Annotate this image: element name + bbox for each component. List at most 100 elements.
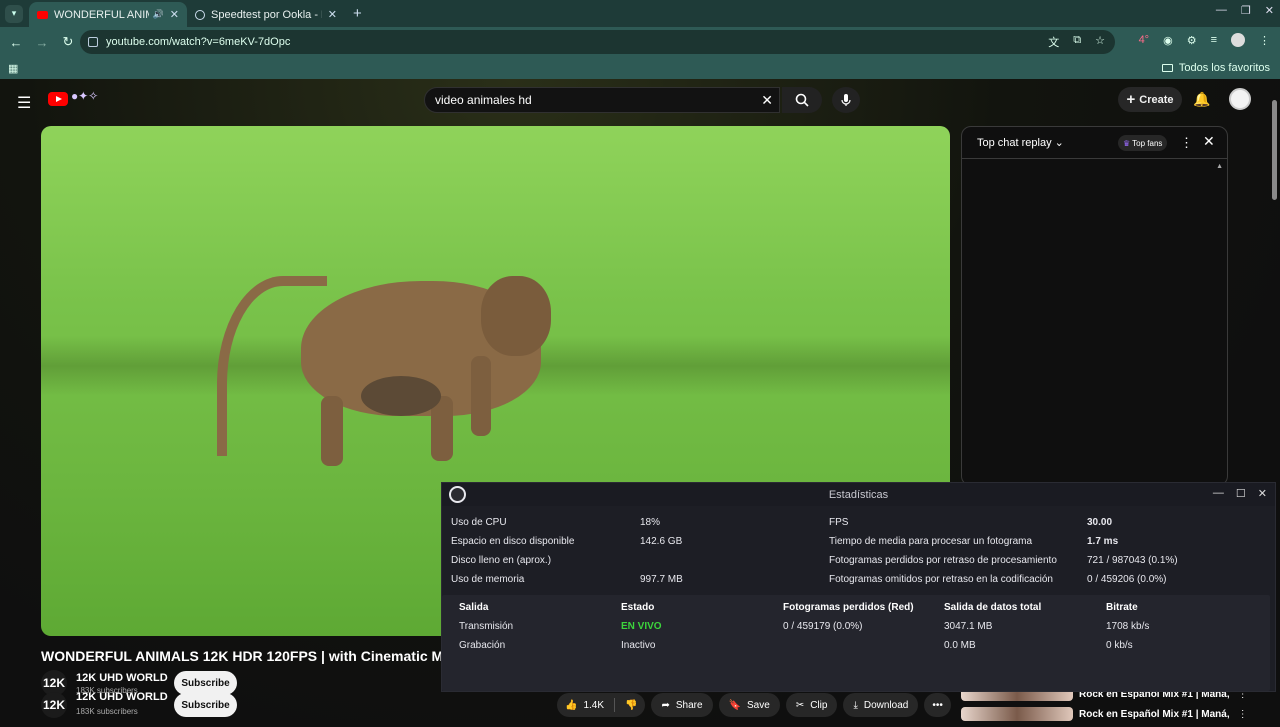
stat-label: Uso de memoria: [451, 573, 525, 585]
extension-badge-icon[interactable]: 4°: [1139, 34, 1150, 46]
bookmark-star-icon[interactable]: ☆: [1095, 34, 1105, 50]
recommended-video-item[interactable]: Rock en Español Mix #1 | Maná, ⋮: [961, 701, 1280, 727]
stat-label: Disco lleno en (aprox.): [451, 554, 552, 566]
save-label: Save: [747, 699, 770, 711]
browser-nav-bar: ← → ↻ youtube.com/watch?v=6meKV-7dOpc 文 …: [0, 27, 1280, 57]
table-cell: Grabación: [459, 640, 506, 651]
crown-icon: ♛: [1123, 138, 1131, 148]
hamburger-menu-icon[interactable]: ☰: [17, 93, 31, 113]
table-cell: 3047.1 MB: [944, 621, 993, 632]
restore-icon[interactable]: ❐: [1241, 4, 1251, 17]
channel-avatar[interactable]: 12K: [41, 692, 67, 718]
chat-replay-panel: Top chat replay ⌄ ♛ Top fans ⋮ ✕ ▲: [961, 126, 1228, 486]
speaker-icon[interactable]: 🔊: [153, 9, 164, 20]
profile-avatar[interactable]: [1231, 33, 1245, 47]
back-icon[interactable]: ←: [6, 35, 26, 50]
stat-value: 721 / 987043 (0.1%): [1087, 554, 1178, 566]
minimize-icon[interactable]: —: [1213, 487, 1224, 500]
video-title[interactable]: Rock en Español Mix #1 | Maná,: [1079, 709, 1230, 720]
stat-value: 142.6 GB: [640, 535, 683, 547]
obs-title-bar[interactable]: Estadísticas — ☐ ✕: [442, 483, 1275, 506]
close-window-icon[interactable]: ✕: [1265, 4, 1274, 17]
maximize-icon[interactable]: ☐: [1236, 487, 1246, 500]
like-icon[interactable]: 👍: [565, 700, 577, 711]
site-info-icon[interactable]: [88, 37, 98, 47]
video-thumbnail[interactable]: [961, 707, 1073, 721]
minimize-icon[interactable]: —: [1216, 4, 1227, 17]
youtube-logo[interactable]: [48, 92, 68, 106]
forward-icon[interactable]: →: [32, 35, 52, 50]
more-icon[interactable]: ⋮: [1238, 709, 1248, 720]
stat-value: 0 / 459206 (0.0%): [1087, 573, 1167, 585]
obs-stats-window: Estadísticas — ☐ ✕ Uso de CPU 18% Espaci…: [441, 482, 1276, 692]
tab-search-button[interactable]: ▾: [5, 4, 23, 23]
puzzle-icon[interactable]: ⚙: [1187, 34, 1197, 47]
stat-value: 997.7 MB: [640, 573, 683, 585]
channel-name[interactable]: 12K UHD WORLD: [76, 691, 168, 703]
speedtest-favicon-icon: [195, 9, 205, 20]
table-header: Estado: [621, 602, 655, 613]
divider: [614, 698, 616, 712]
tab-speedtest[interactable]: Speedtest por Ookla - La prueba de veloc…: [187, 2, 345, 27]
top-fans-badge[interactable]: ♛ Top fans: [1118, 135, 1168, 151]
tab-youtube[interactable]: WONDERFUL ANIMALS 12K HDR 120FPS | with …: [29, 2, 187, 27]
translate-icon[interactable]: 文: [1048, 34, 1059, 50]
table-header: Bitrate: [1106, 602, 1138, 613]
page-scrollbar[interactable]: [1270, 92, 1278, 202]
search-button[interactable]: [782, 87, 822, 113]
extension-icon[interactable]: ◉: [1163, 34, 1173, 47]
notifications-bell-icon[interactable]: 🔔: [1193, 91, 1210, 108]
video-title: WONDERFUL ANIMALS 12K HDR 120FPS | with …: [41, 648, 441, 664]
new-tab-icon[interactable]: +: [353, 5, 362, 22]
browser-tab-bar: ▾ WONDERFUL ANIMALS 12K HDR 120FPS | wit…: [0, 0, 1280, 27]
channel-name[interactable]: 12K UHD WORLD: [76, 672, 168, 684]
chat-more-icon[interactable]: ⋮: [1180, 135, 1193, 151]
url-text: youtube.com/watch?v=6meKV-7dOpc: [106, 36, 291, 48]
table-cell: 1708 kb/s: [1106, 621, 1150, 632]
clip-button[interactable]: ✂ Clip: [785, 693, 838, 717]
status-badge: Inactivo: [621, 640, 656, 651]
stat-value: 1.7 ms: [1087, 535, 1119, 547]
chat-scroll-up-icon[interactable]: ▲: [1216, 163, 1223, 170]
stat-label: Uso de CPU: [451, 516, 507, 528]
clear-search-icon[interactable]: ✕: [761, 92, 773, 109]
download-button[interactable]: ⤓ Download: [843, 693, 919, 717]
search-input[interactable]: video animales hd ✕: [424, 87, 780, 113]
subscribe-button[interactable]: Subscribe: [174, 693, 237, 717]
table-header: Salida: [459, 602, 489, 613]
subscribe-button[interactable]: Subscribe: [174, 671, 237, 695]
baboon-leg: [321, 396, 343, 466]
close-tab-icon[interactable]: ✕: [328, 8, 337, 21]
menu-icon[interactable]: ⋮: [1259, 34, 1270, 47]
create-button[interactable]: + Create: [1118, 87, 1182, 112]
tab-title: Speedtest por Ookla - La prueba de veloc…: [211, 8, 322, 21]
voice-search-button[interactable]: [832, 87, 860, 113]
obs-stats-summary: Uso de CPU 18% Espacio en disco disponib…: [442, 511, 1277, 593]
reload-icon[interactable]: ↻: [58, 34, 78, 50]
yt-doodle-icon[interactable]: ●✦✧: [71, 89, 107, 109]
close-tab-icon[interactable]: ✕: [170, 8, 179, 21]
subscriber-count: 183K subscribers: [76, 707, 138, 716]
apps-grid-icon[interactable]: ▦: [8, 62, 18, 75]
account-avatar[interactable]: [1229, 88, 1251, 110]
share-button[interactable]: ➦ Share: [651, 693, 713, 717]
save-button[interactable]: 🔖 Save: [718, 693, 780, 717]
all-bookmarks-button[interactable]: Todos los favoritos: [1161, 62, 1270, 74]
media-icon[interactable]: ≡: [1211, 34, 1217, 46]
plus-icon: +: [1126, 91, 1136, 108]
download-label: Download: [863, 699, 909, 711]
all-bookmarks-label: Todos los favoritos: [1178, 62, 1270, 74]
mic-icon: [841, 94, 851, 106]
chat-mode-dropdown[interactable]: Top chat replay ⌄: [977, 136, 1064, 149]
table-cell: 0 / 459179 (0.0%): [783, 621, 863, 632]
address-bar[interactable]: youtube.com/watch?v=6meKV-7dOpc 文 ⧉ ☆: [80, 30, 1115, 54]
close-icon[interactable]: ✕: [1258, 487, 1267, 500]
stat-label: Fotogramas omitidos por retraso en la co…: [829, 573, 1053, 585]
more-actions-button[interactable]: •••: [924, 693, 951, 717]
dislike-icon[interactable]: 👎: [625, 700, 637, 711]
install-icon[interactable]: ⧉: [1073, 34, 1081, 50]
extension-icons: 4° ◉ ⚙ ≡ ⋮: [1139, 33, 1270, 47]
chat-close-icon[interactable]: ✕: [1203, 133, 1215, 150]
like-count[interactable]: 1.4K: [583, 700, 604, 711]
video-actions: 👍 1.4K 👎 ➦ Share 🔖 Save ✂ Clip ⤓ Downloa…: [557, 693, 951, 717]
